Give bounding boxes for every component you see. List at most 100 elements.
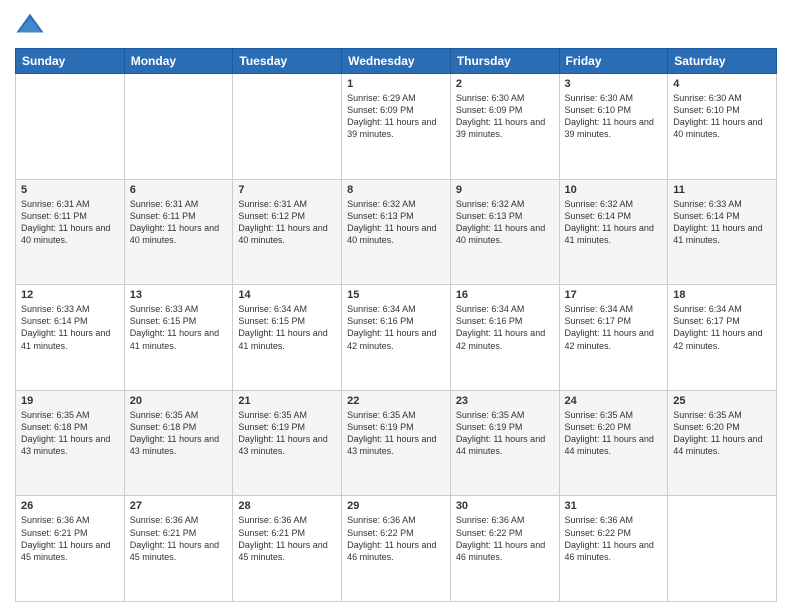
day-cell: 7Sunrise: 6:31 AM Sunset: 6:12 PM Daylig… xyxy=(233,179,342,285)
day-number: 12 xyxy=(21,289,119,301)
day-info: Sunrise: 6:36 AM Sunset: 6:22 PM Dayligh… xyxy=(565,514,663,563)
day-cell xyxy=(124,74,233,180)
day-cell xyxy=(668,496,777,602)
day-info: Sunrise: 6:35 AM Sunset: 6:20 PM Dayligh… xyxy=(673,409,771,458)
day-header-monday: Monday xyxy=(124,49,233,74)
day-info: Sunrise: 6:35 AM Sunset: 6:20 PM Dayligh… xyxy=(565,409,663,458)
day-info: Sunrise: 6:34 AM Sunset: 6:17 PM Dayligh… xyxy=(565,303,663,352)
day-number: 2 xyxy=(456,78,554,90)
day-cell: 16Sunrise: 6:34 AM Sunset: 6:16 PM Dayli… xyxy=(450,285,559,391)
day-info: Sunrise: 6:32 AM Sunset: 6:13 PM Dayligh… xyxy=(347,198,445,247)
day-info: Sunrise: 6:30 AM Sunset: 6:09 PM Dayligh… xyxy=(456,92,554,141)
day-number: 26 xyxy=(21,500,119,512)
day-number: 29 xyxy=(347,500,445,512)
day-cell: 2 Sunrise: 6:30 AM Sunset: 6:09 PM Daylig… xyxy=(450,74,559,180)
day-number: 22 xyxy=(347,395,445,407)
day-info: Sunrise: 6:32 AM Sunset: 6:14 PM Dayligh… xyxy=(565,198,663,247)
day-info: Sunrise: 6:33 AM Sunset: 6:14 PM Dayligh… xyxy=(21,303,119,352)
day-info: Sunrise: 6:30 AM Sunset: 6:10 PM Dayligh… xyxy=(673,92,771,141)
week-row-2: 12 Sunrise: 6:33 AM Sunset: 6:14 PM Dayli… xyxy=(16,285,777,391)
day-number: 27 xyxy=(130,500,228,512)
day-info: Sunrise: 6:34 AM Sunset: 6:16 PM Dayligh… xyxy=(456,303,554,352)
day-number: 3 xyxy=(565,78,663,90)
day-cell: 19Sunrise: 6:35 AM Sunset: 6:18 PM Dayli… xyxy=(16,390,125,496)
day-number: 1 xyxy=(347,78,445,90)
day-info: Sunrise: 6:33 AM Sunset: 6:15 PM Dayligh… xyxy=(130,303,228,352)
day-info: Sunrise: 6:35 AM Sunset: 6:19 PM Dayligh… xyxy=(456,409,554,458)
day-info: Sunrise: 6:36 AM Sunset: 6:21 PM Dayligh… xyxy=(130,514,228,563)
day-number: 8 xyxy=(347,184,445,196)
week-row-1: 5 Sunrise: 6:31 AM Sunset: 6:11 PM Daylig… xyxy=(16,179,777,285)
day-cell: 24Sunrise: 6:35 AM Sunset: 6:20 PM Dayli… xyxy=(559,390,668,496)
day-info: Sunrise: 6:35 AM Sunset: 6:19 PM Dayligh… xyxy=(238,409,336,458)
day-number: 13 xyxy=(130,289,228,301)
day-cell: 20 Sunrise: 6:35 AM Sunset: 6:18 PM Dayli… xyxy=(124,390,233,496)
day-number: 5 xyxy=(21,184,119,196)
day-cell: 11 Sunrise: 6:33 AM Sunset: 6:14 PM Dayli… xyxy=(668,179,777,285)
day-number: 28 xyxy=(238,500,336,512)
day-cell: 6Sunrise: 6:31 AM Sunset: 6:11 PM Daylig… xyxy=(124,179,233,285)
logo xyxy=(15,10,49,40)
day-cell: 30Sunrise: 6:36 AM Sunset: 6:22 PM Dayli… xyxy=(450,496,559,602)
day-info: Sunrise: 6:30 AM Sunset: 6:10 PM Dayligh… xyxy=(565,92,663,141)
day-info: Sunrise: 6:35 AM Sunset: 6:19 PM Dayligh… xyxy=(347,409,445,458)
calendar-table: SundayMondayTuesdayWednesdayThursdayFrid… xyxy=(15,48,777,602)
week-row-4: 26 Sunrise: 6:36 AM Sunset: 6:21 PM Dayli… xyxy=(16,496,777,602)
day-number: 21 xyxy=(238,395,336,407)
day-number: 7 xyxy=(238,184,336,196)
day-cell: 15 Sunrise: 6:34 AM Sunset: 6:16 PM Dayli… xyxy=(342,285,451,391)
day-header-friday: Friday xyxy=(559,49,668,74)
day-info: Sunrise: 6:33 AM Sunset: 6:14 PM Dayligh… xyxy=(673,198,771,247)
day-cell: 23 Sunrise: 6:35 AM Sunset: 6:19 PM Dayli… xyxy=(450,390,559,496)
day-cell: 22 Sunrise: 6:35 AM Sunset: 6:19 PM Dayli… xyxy=(342,390,451,496)
day-number: 10 xyxy=(565,184,663,196)
day-info: Sunrise: 6:31 AM Sunset: 6:11 PM Dayligh… xyxy=(130,198,228,247)
page: SundayMondayTuesdayWednesdayThursdayFrid… xyxy=(0,0,792,612)
day-header-thursday: Thursday xyxy=(450,49,559,74)
day-info: Sunrise: 6:34 AM Sunset: 6:16 PM Dayligh… xyxy=(347,303,445,352)
day-info: Sunrise: 6:34 AM Sunset: 6:15 PM Dayligh… xyxy=(238,303,336,352)
day-cell xyxy=(16,74,125,180)
day-number: 23 xyxy=(456,395,554,407)
calendar-header-row: SundayMondayTuesdayWednesdayThursdayFrid… xyxy=(16,49,777,74)
day-header-sunday: Sunday xyxy=(16,49,125,74)
day-cell: 17 Sunrise: 6:34 AM Sunset: 6:17 PM Dayli… xyxy=(559,285,668,391)
logo-icon xyxy=(15,10,45,40)
day-cell: 12 Sunrise: 6:33 AM Sunset: 6:14 PM Dayli… xyxy=(16,285,125,391)
week-row-3: 19 Sunrise: 6:35 AM Sunset: 6:18 PM Dayli… xyxy=(16,390,777,496)
day-info: Sunrise: 6:29 AM Sunset: 6:09 PM Dayligh… xyxy=(347,92,445,141)
header xyxy=(15,10,777,40)
day-cell: 31 Sunrise: 6:36 AM Sunset: 6:22 PM Dayli… xyxy=(559,496,668,602)
day-number: 17 xyxy=(565,289,663,301)
day-info: Sunrise: 6:36 AM Sunset: 6:21 PM Dayligh… xyxy=(238,514,336,563)
day-cell: 1 Sunrise: 6:29 AM Sunset: 6:09 PM Daylig… xyxy=(342,74,451,180)
day-cell: 25 Sunrise: 6:35 AM Sunset: 6:20 PM Dayli… xyxy=(668,390,777,496)
day-cell: 4 Sunrise: 6:30 AM Sunset: 6:10 PM Daylig… xyxy=(668,74,777,180)
day-number: 11 xyxy=(673,184,771,196)
day-info: Sunrise: 6:34 AM Sunset: 6:17 PM Dayligh… xyxy=(673,303,771,352)
day-number: 31 xyxy=(565,500,663,512)
day-number: 15 xyxy=(347,289,445,301)
day-cell: 29 Sunrise: 6:36 AM Sunset: 6:22 PM Dayli… xyxy=(342,496,451,602)
day-cell: 5 Sunrise: 6:31 AM Sunset: 6:11 PM Daylig… xyxy=(16,179,125,285)
day-number: 20 xyxy=(130,395,228,407)
day-cell xyxy=(233,74,342,180)
day-number: 25 xyxy=(673,395,771,407)
day-cell: 10 Sunrise: 6:32 AM Sunset: 6:14 PM Dayli… xyxy=(559,179,668,285)
day-cell: 28 Sunrise: 6:36 AM Sunset: 6:21 PM Dayli… xyxy=(233,496,342,602)
day-cell: 13 Sunrise: 6:33 AM Sunset: 6:15 PM Dayli… xyxy=(124,285,233,391)
day-info: Sunrise: 6:32 AM Sunset: 6:13 PM Dayligh… xyxy=(456,198,554,247)
day-number: 19 xyxy=(21,395,119,407)
day-info: Sunrise: 6:31 AM Sunset: 6:11 PM Dayligh… xyxy=(21,198,119,247)
day-cell: 8 Sunrise: 6:32 AM Sunset: 6:13 PM Daylig… xyxy=(342,179,451,285)
day-cell: 14Sunrise: 6:34 AM Sunset: 6:15 PM Dayli… xyxy=(233,285,342,391)
day-number: 4 xyxy=(673,78,771,90)
day-header-saturday: Saturday xyxy=(668,49,777,74)
day-number: 18 xyxy=(673,289,771,301)
day-info: Sunrise: 6:35 AM Sunset: 6:18 PM Dayligh… xyxy=(130,409,228,458)
day-cell: 9Sunrise: 6:32 AM Sunset: 6:13 PM Daylig… xyxy=(450,179,559,285)
day-info: Sunrise: 6:36 AM Sunset: 6:22 PM Dayligh… xyxy=(456,514,554,563)
day-info: Sunrise: 6:36 AM Sunset: 6:21 PM Dayligh… xyxy=(21,514,119,563)
day-cell: 27 Sunrise: 6:36 AM Sunset: 6:21 PM Dayli… xyxy=(124,496,233,602)
day-info: Sunrise: 6:36 AM Sunset: 6:22 PM Dayligh… xyxy=(347,514,445,563)
